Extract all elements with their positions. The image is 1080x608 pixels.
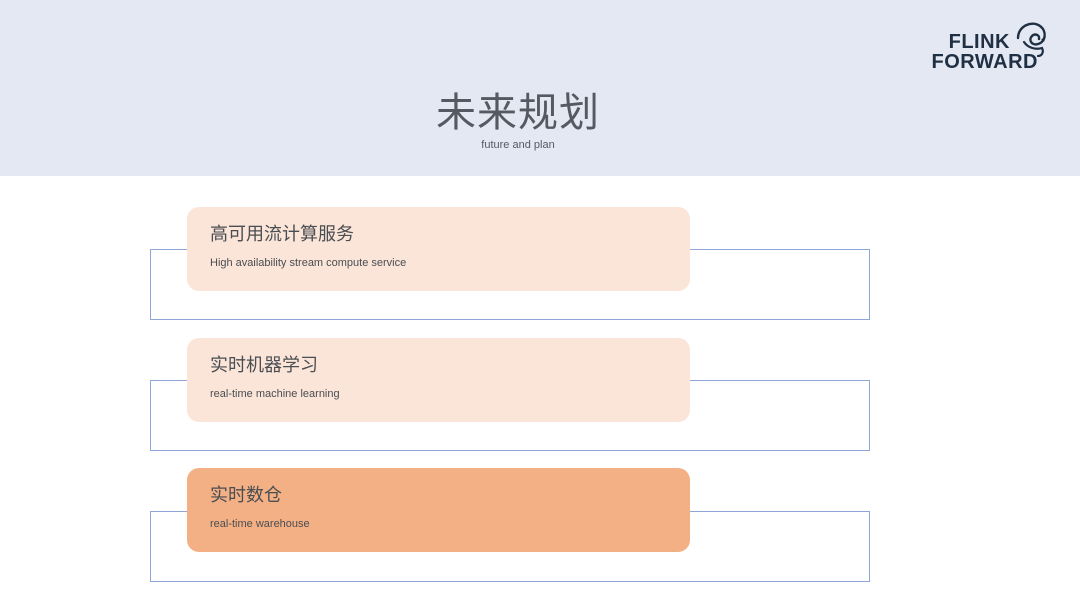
page-subtitle: future and plan (481, 139, 555, 151)
plan-card-3: 实时数仓 real-time warehouse (187, 468, 690, 552)
logo-line1: FLINK (948, 31, 1010, 53)
plan-card-title: 高可用流计算服务 (210, 224, 354, 245)
plan-card-1: 高可用流计算服务 High availability stream comput… (187, 207, 690, 291)
plan-card-title: 实时机器学习 (210, 355, 318, 376)
plan-card-subtitle: real-time warehouse (210, 518, 310, 530)
page-title: 未来规划 (436, 90, 600, 136)
plan-card-2: 实时机器学习 real-time machine learning (187, 338, 690, 422)
plan-card-subtitle: High availability stream compute service (210, 257, 407, 269)
plan-card-title: 实时数仓 (210, 485, 282, 506)
flink-forward-logo: FLINK FORWARD (918, 18, 1052, 76)
squirrel-icon (1016, 22, 1046, 58)
plan-card-subtitle: real-time machine learning (210, 388, 340, 400)
